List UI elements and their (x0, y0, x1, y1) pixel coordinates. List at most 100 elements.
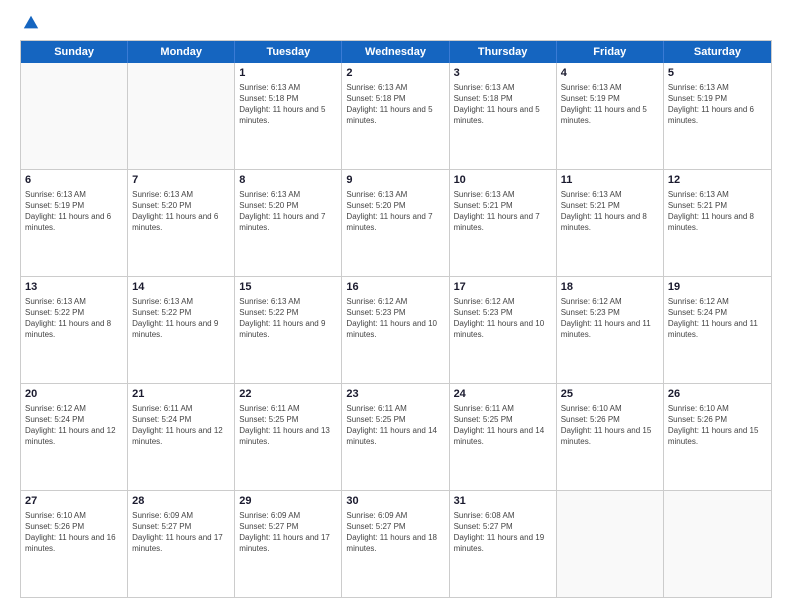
day-number: 20 (25, 387, 123, 402)
day-cell-24: 24Sunrise: 6:11 AM Sunset: 5:25 PM Dayli… (450, 384, 557, 490)
cell-info: Sunrise: 6:13 AM Sunset: 5:18 PM Dayligh… (454, 82, 552, 127)
day-cell-15: 15Sunrise: 6:13 AM Sunset: 5:22 PM Dayli… (235, 277, 342, 383)
day-number: 5 (668, 66, 767, 81)
day-number: 24 (454, 387, 552, 402)
day-cell-23: 23Sunrise: 6:11 AM Sunset: 5:25 PM Dayli… (342, 384, 449, 490)
empty-cell (128, 63, 235, 169)
cell-info: Sunrise: 6:13 AM Sunset: 5:19 PM Dayligh… (668, 82, 767, 127)
day-number: 10 (454, 173, 552, 188)
cell-info: Sunrise: 6:09 AM Sunset: 5:27 PM Dayligh… (346, 510, 444, 555)
cell-info: Sunrise: 6:08 AM Sunset: 5:27 PM Dayligh… (454, 510, 552, 555)
week-row-2: 6Sunrise: 6:13 AM Sunset: 5:19 PM Daylig… (21, 170, 771, 277)
day-number: 15 (239, 280, 337, 295)
day-cell-20: 20Sunrise: 6:12 AM Sunset: 5:24 PM Dayli… (21, 384, 128, 490)
cell-info: Sunrise: 6:13 AM Sunset: 5:22 PM Dayligh… (132, 296, 230, 341)
logo (20, 18, 40, 32)
day-number: 14 (132, 280, 230, 295)
cell-info: Sunrise: 6:13 AM Sunset: 5:18 PM Dayligh… (239, 82, 337, 127)
day-cell-8: 8Sunrise: 6:13 AM Sunset: 5:20 PM Daylig… (235, 170, 342, 276)
cell-info: Sunrise: 6:13 AM Sunset: 5:22 PM Dayligh… (25, 296, 123, 341)
day-cell-11: 11Sunrise: 6:13 AM Sunset: 5:21 PM Dayli… (557, 170, 664, 276)
day-number: 13 (25, 280, 123, 295)
cell-info: Sunrise: 6:09 AM Sunset: 5:27 PM Dayligh… (132, 510, 230, 555)
day-number: 23 (346, 387, 444, 402)
day-cell-22: 22Sunrise: 6:11 AM Sunset: 5:25 PM Dayli… (235, 384, 342, 490)
cell-info: Sunrise: 6:13 AM Sunset: 5:21 PM Dayligh… (668, 189, 767, 234)
day-cell-12: 12Sunrise: 6:13 AM Sunset: 5:21 PM Dayli… (664, 170, 771, 276)
week-row-5: 27Sunrise: 6:10 AM Sunset: 5:26 PM Dayli… (21, 491, 771, 597)
calendar-header: SundayMondayTuesdayWednesdayThursdayFrid… (21, 41, 771, 63)
cell-info: Sunrise: 6:11 AM Sunset: 5:25 PM Dayligh… (454, 403, 552, 448)
day-cell-10: 10Sunrise: 6:13 AM Sunset: 5:21 PM Dayli… (450, 170, 557, 276)
day-cell-16: 16Sunrise: 6:12 AM Sunset: 5:23 PM Dayli… (342, 277, 449, 383)
cell-info: Sunrise: 6:13 AM Sunset: 5:21 PM Dayligh… (561, 189, 659, 234)
cell-info: Sunrise: 6:13 AM Sunset: 5:18 PM Dayligh… (346, 82, 444, 127)
day-cell-18: 18Sunrise: 6:12 AM Sunset: 5:23 PM Dayli… (557, 277, 664, 383)
header-cell-saturday: Saturday (664, 41, 771, 63)
header-cell-sunday: Sunday (21, 41, 128, 63)
cell-info: Sunrise: 6:13 AM Sunset: 5:20 PM Dayligh… (346, 189, 444, 234)
cell-info: Sunrise: 6:12 AM Sunset: 5:23 PM Dayligh… (346, 296, 444, 341)
cell-info: Sunrise: 6:13 AM Sunset: 5:21 PM Dayligh… (454, 189, 552, 234)
cell-info: Sunrise: 6:13 AM Sunset: 5:20 PM Dayligh… (239, 189, 337, 234)
day-number: 6 (25, 173, 123, 188)
header-cell-thursday: Thursday (450, 41, 557, 63)
day-number: 8 (239, 173, 337, 188)
day-number: 9 (346, 173, 444, 188)
day-cell-31: 31Sunrise: 6:08 AM Sunset: 5:27 PM Dayli… (450, 491, 557, 597)
day-cell-27: 27Sunrise: 6:10 AM Sunset: 5:26 PM Dayli… (21, 491, 128, 597)
cell-info: Sunrise: 6:12 AM Sunset: 5:24 PM Dayligh… (668, 296, 767, 341)
week-row-1: 1Sunrise: 6:13 AM Sunset: 5:18 PM Daylig… (21, 63, 771, 170)
day-cell-21: 21Sunrise: 6:11 AM Sunset: 5:24 PM Dayli… (128, 384, 235, 490)
day-number: 12 (668, 173, 767, 188)
day-number: 4 (561, 66, 659, 81)
day-number: 2 (346, 66, 444, 81)
day-number: 19 (668, 280, 767, 295)
day-cell-29: 29Sunrise: 6:09 AM Sunset: 5:27 PM Dayli… (235, 491, 342, 597)
header-cell-friday: Friday (557, 41, 664, 63)
day-number: 26 (668, 387, 767, 402)
day-cell-25: 25Sunrise: 6:10 AM Sunset: 5:26 PM Dayli… (557, 384, 664, 490)
day-cell-14: 14Sunrise: 6:13 AM Sunset: 5:22 PM Dayli… (128, 277, 235, 383)
cell-info: Sunrise: 6:09 AM Sunset: 5:27 PM Dayligh… (239, 510, 337, 555)
day-number: 25 (561, 387, 659, 402)
cell-info: Sunrise: 6:11 AM Sunset: 5:25 PM Dayligh… (346, 403, 444, 448)
day-cell-19: 19Sunrise: 6:12 AM Sunset: 5:24 PM Dayli… (664, 277, 771, 383)
day-cell-3: 3Sunrise: 6:13 AM Sunset: 5:18 PM Daylig… (450, 63, 557, 169)
day-number: 16 (346, 280, 444, 295)
calendar-body: 1Sunrise: 6:13 AM Sunset: 5:18 PM Daylig… (21, 63, 771, 597)
day-number: 17 (454, 280, 552, 295)
day-number: 1 (239, 66, 337, 81)
day-cell-13: 13Sunrise: 6:13 AM Sunset: 5:22 PM Dayli… (21, 277, 128, 383)
day-number: 28 (132, 494, 230, 509)
day-cell-26: 26Sunrise: 6:10 AM Sunset: 5:26 PM Dayli… (664, 384, 771, 490)
day-cell-9: 9Sunrise: 6:13 AM Sunset: 5:20 PM Daylig… (342, 170, 449, 276)
day-cell-30: 30Sunrise: 6:09 AM Sunset: 5:27 PM Dayli… (342, 491, 449, 597)
day-number: 31 (454, 494, 552, 509)
cell-info: Sunrise: 6:13 AM Sunset: 5:22 PM Dayligh… (239, 296, 337, 341)
day-cell-17: 17Sunrise: 6:12 AM Sunset: 5:23 PM Dayli… (450, 277, 557, 383)
day-cell-5: 5Sunrise: 6:13 AM Sunset: 5:19 PM Daylig… (664, 63, 771, 169)
week-row-4: 20Sunrise: 6:12 AM Sunset: 5:24 PM Dayli… (21, 384, 771, 491)
day-cell-1: 1Sunrise: 6:13 AM Sunset: 5:18 PM Daylig… (235, 63, 342, 169)
calendar: SundayMondayTuesdayWednesdayThursdayFrid… (20, 40, 772, 598)
header-cell-monday: Monday (128, 41, 235, 63)
cell-info: Sunrise: 6:12 AM Sunset: 5:23 PM Dayligh… (454, 296, 552, 341)
day-cell-4: 4Sunrise: 6:13 AM Sunset: 5:19 PM Daylig… (557, 63, 664, 169)
day-number: 27 (25, 494, 123, 509)
cell-info: Sunrise: 6:10 AM Sunset: 5:26 PM Dayligh… (668, 403, 767, 448)
day-number: 21 (132, 387, 230, 402)
day-number: 22 (239, 387, 337, 402)
day-number: 11 (561, 173, 659, 188)
day-number: 7 (132, 173, 230, 188)
day-number: 29 (239, 494, 337, 509)
header-cell-tuesday: Tuesday (235, 41, 342, 63)
day-number: 30 (346, 494, 444, 509)
empty-cell (664, 491, 771, 597)
cell-info: Sunrise: 6:10 AM Sunset: 5:26 PM Dayligh… (25, 510, 123, 555)
day-cell-7: 7Sunrise: 6:13 AM Sunset: 5:20 PM Daylig… (128, 170, 235, 276)
cell-info: Sunrise: 6:12 AM Sunset: 5:24 PM Dayligh… (25, 403, 123, 448)
cell-info: Sunrise: 6:11 AM Sunset: 5:25 PM Dayligh… (239, 403, 337, 448)
day-cell-6: 6Sunrise: 6:13 AM Sunset: 5:19 PM Daylig… (21, 170, 128, 276)
empty-cell (557, 491, 664, 597)
